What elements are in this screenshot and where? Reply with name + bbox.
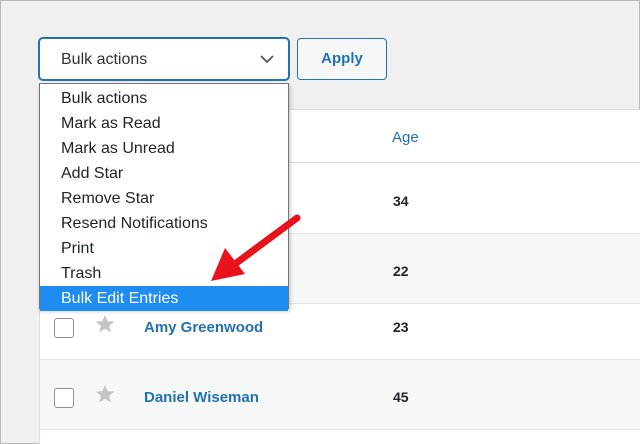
screenshot-frame: Age 34 22 Amy Greenwood 23 Daniel Wisema… <box>0 0 640 444</box>
row-checkbox[interactable] <box>54 388 74 408</box>
bulk-actions-select[interactable]: Bulk actions <box>39 38 289 80</box>
column-header-age[interactable]: Age <box>392 129 419 146</box>
age-cell: 45 <box>393 389 409 405</box>
option-add-star[interactable]: Add Star <box>40 161 288 186</box>
option-mark-as-unread[interactable]: Mark as Unread <box>40 136 288 161</box>
entry-name-link[interactable]: Amy Greenwood <box>144 319 263 336</box>
option-bulk-actions[interactable]: Bulk actions <box>40 86 288 111</box>
select-value: Bulk actions <box>61 51 148 68</box>
chevron-down-icon <box>260 55 274 64</box>
age-cell: 34 <box>393 193 409 209</box>
row-checkbox[interactable] <box>54 318 74 338</box>
table-row: Daniel Wiseman 45 <box>40 360 640 430</box>
option-mark-as-read[interactable]: Mark as Read <box>40 111 288 136</box>
red-arrow-icon <box>211 214 301 281</box>
age-cell: 23 <box>393 319 409 335</box>
star-icon[interactable] <box>95 314 115 334</box>
apply-button[interactable]: Apply <box>297 38 387 80</box>
star-icon[interactable] <box>95 384 115 404</box>
age-cell: 22 <box>393 263 409 279</box>
entry-name-link[interactable]: Daniel Wiseman <box>144 389 259 406</box>
